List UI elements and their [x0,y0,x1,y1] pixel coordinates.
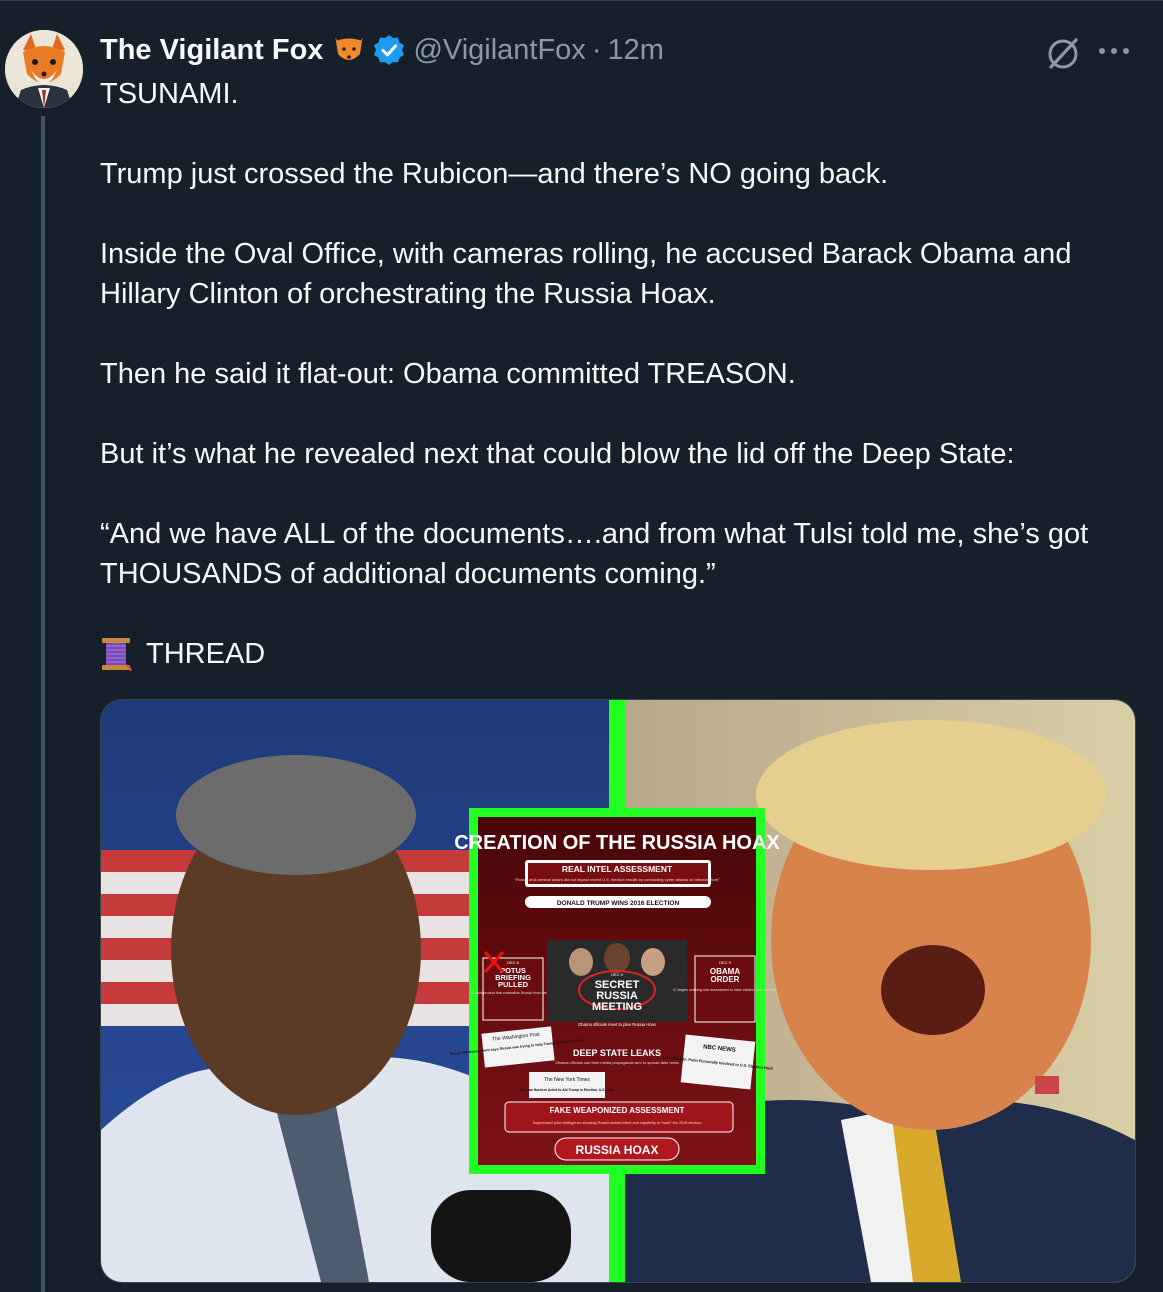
center-sub: Obama officials meet to plan Russia Hoax [578,1022,657,1027]
thread-connector-line [41,116,45,1292]
deep-state-sub: Obama officials use their media propagan… [555,1060,678,1065]
post-paragraph: TSUNAMI. [100,78,239,110]
post-paragraph: But it’s what he revealed next that coul… [100,438,1015,470]
center-title-3: MEETING [592,1001,642,1013]
post-paragraph: Then he said it flat-out: Obama committe… [100,358,796,390]
center-date: DEC 9 [611,972,624,977]
top-divider [0,0,1163,1]
fox-avatar-icon [5,30,83,108]
header-separator: · [591,33,602,66]
right-sub: IC begins outlining new assessment to cl… [673,988,778,992]
left-date: DEC 8 [507,960,520,965]
left-title-3: PULLED [498,980,529,989]
fox-face-icon [331,32,367,68]
infographic-inset: CREATION OF THE RUSSIA HOAX REAL INTEL A… [450,808,780,1174]
author-name[interactable]: The Vigilant Fox [100,34,323,67]
post-header: The Vigilant Fox @VigilantFox · 12m [100,28,664,72]
author-avatar[interactable] [5,30,83,108]
post-body: TSUNAMI. Trump just crossed the Rubicon—… [100,74,1150,674]
composite-photo: CREATION OF THE RUSSIA HOAX REAL INTEL A… [101,700,1135,1282]
thread-label: THREAD [146,638,266,670]
post-paragraph: Trump just crossed the Rubicon—and there… [100,158,889,190]
verified-badge-icon[interactable] [373,34,405,66]
infographic-title: CREATION OF THE RUSSIA HOAX [454,832,780,854]
fake-assessment-label: FAKE WEAPONIZED ASSESSMENT [550,1106,685,1115]
trump-wins-label: DONALD TRUMP WINS 2016 ELECTION [557,900,680,907]
russia-hoax-label: RUSSIA HOAX [576,1143,659,1157]
thread-label-row: THREAD [100,634,1150,674]
right-date: DEC 9 [719,960,732,965]
fake-assessment-sub: Suppressed prior intelligence showing Ru… [532,1121,701,1125]
nyt-masthead: The New York Times [544,1077,590,1083]
spool-of-thread-icon [100,636,132,672]
grok-icon[interactable] [1043,33,1083,73]
left-sub: IC pulls product that contradicts Russia… [471,991,555,995]
real-intel-sub: “Russia and criminal actors did not impa… [515,877,721,882]
deep-state-label: DEEP STATE LEAKS [573,1048,661,1058]
post-media-image[interactable]: CREATION OF THE RUSSIA HOAX REAL INTEL A… [100,699,1136,1283]
right-title-2: ORDER [711,975,740,984]
post-timestamp[interactable]: 12m [607,34,663,67]
author-handle[interactable]: @VigilantFox [413,34,585,67]
post-paragraph: “And we have ALL of the documents….and f… [100,518,1089,590]
more-dots-icon[interactable] [1097,44,1131,58]
real-intel-label: REAL INTEL ASSESSMENT [562,864,673,874]
post-paragraph: Inside the Oval Office, with cameras rol… [100,238,1072,310]
nyt-headline: Russian Hackers Acted to Aid Trump in El… [520,1088,615,1092]
